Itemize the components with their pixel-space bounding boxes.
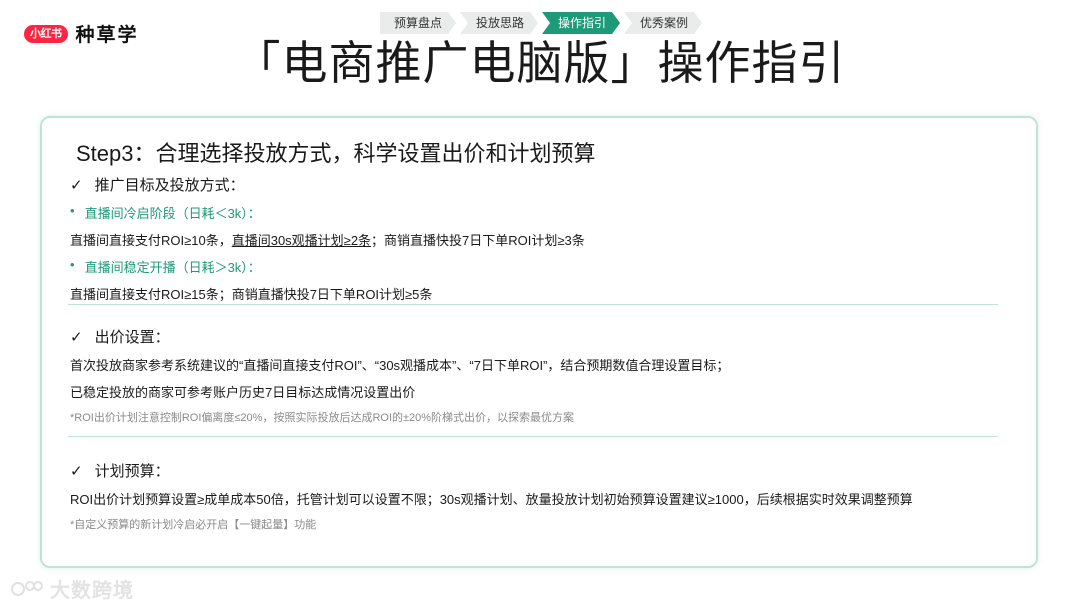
green-bullet-item: • 直播间冷启阶段（日耗＜3k）： bbox=[70, 203, 585, 222]
section-title: 推广目标及投放方式： bbox=[94, 177, 245, 194]
check-icon: ✓ bbox=[70, 462, 83, 480]
footnote: *ROI出价计划注意控制ROI偏离度≤20%，按照实际投放后达成ROI的±20%… bbox=[70, 412, 575, 424]
body-line: 已稳定投放的商家可参考账户历史7日目标达成情况设置出价 bbox=[70, 385, 416, 400]
body-line: 直播间直接支付ROI≥10条，直播间30s观播计划≥2条；商销直播快投7日下单R… bbox=[70, 230, 585, 249]
step-operation-guide[interactable]: 操作指引 bbox=[542, 12, 620, 34]
text-segment: ；商销直播快投7日下单ROI计划≥3条 bbox=[371, 233, 585, 248]
watermark: 大数跨境 bbox=[10, 574, 134, 603]
page-title: 「电商推广电脑版」操作指引 bbox=[234, 37, 846, 89]
section-header: ✓ 推广目标及投放方式： bbox=[70, 174, 585, 195]
text-segment: 直播间直接支付ROI≥10条， bbox=[70, 233, 232, 248]
check-icon: ✓ bbox=[70, 176, 83, 194]
divider bbox=[68, 436, 998, 437]
body-line: 直播间直接支付ROI≥15条；商销直播快投7日下单ROI计划≥5条 bbox=[70, 287, 433, 302]
content-card: Step3：合理选择投放方式，科学设置出价和计划预算 ✓ 推广目标及投放方式： … bbox=[40, 116, 1038, 568]
footnote: *自定义预算的新计划冷启必开启【一键起量】功能 bbox=[70, 519, 317, 531]
section-header: ✓ 出价设置： bbox=[70, 326, 729, 347]
bullet-text: 直播间冷启阶段（日耗＜3k）： bbox=[84, 206, 261, 221]
step-cases[interactable]: 优秀案例 bbox=[624, 12, 702, 34]
section-bidding: ✓ 出价设置： 首次投放商家参考系统建议的“直播间直接支付ROI”、“30s观播… bbox=[70, 326, 729, 425]
green-bullet-item: • 直播间稳定开播（日耗＞3k）： bbox=[70, 257, 585, 276]
step-strategy[interactable]: 投放思路 bbox=[460, 12, 538, 34]
bullet-text: 直播间稳定开播（日耗＞3k）： bbox=[84, 260, 261, 275]
section-title: 计划预算： bbox=[94, 463, 170, 480]
watermark-text: 大数跨境 bbox=[50, 580, 134, 602]
step-budget-review[interactable]: 预算盘点 bbox=[380, 12, 456, 34]
section-title: 出价设置： bbox=[94, 329, 170, 346]
step-progress-nav: 预算盘点 投放思路 操作指引 优秀案例 bbox=[380, 12, 706, 34]
watermark-logo-icon bbox=[11, 580, 43, 596]
card-heading: Step3：合理选择投放方式，科学设置出价和计划预算 bbox=[76, 141, 596, 166]
section-targeting: ✓ 推广目标及投放方式： • 直播间冷启阶段（日耗＜3k）： 直播间直接支付RO… bbox=[70, 174, 585, 303]
section-header: ✓ 计划预算： bbox=[70, 460, 913, 481]
check-icon: ✓ bbox=[70, 328, 83, 346]
body-line: 首次投放商家参考系统建议的“直播间直接支付ROI”、“30s观播成本”、“7日下… bbox=[70, 358, 730, 373]
divider bbox=[68, 304, 998, 305]
body-line: ROI出价计划预算设置≥成单成本50倍，托管计划可以设置不限；30s观播计划、放… bbox=[70, 492, 913, 507]
bullet-icon: • bbox=[70, 257, 75, 272]
underlined-text: 直播间30s观播计划≥2条 bbox=[231, 233, 372, 248]
bullet-icon: • bbox=[70, 203, 75, 218]
section-budget: ✓ 计划预算： ROI出价计划预算设置≥成单成本50倍，托管计划可以设置不限；3… bbox=[70, 460, 913, 532]
